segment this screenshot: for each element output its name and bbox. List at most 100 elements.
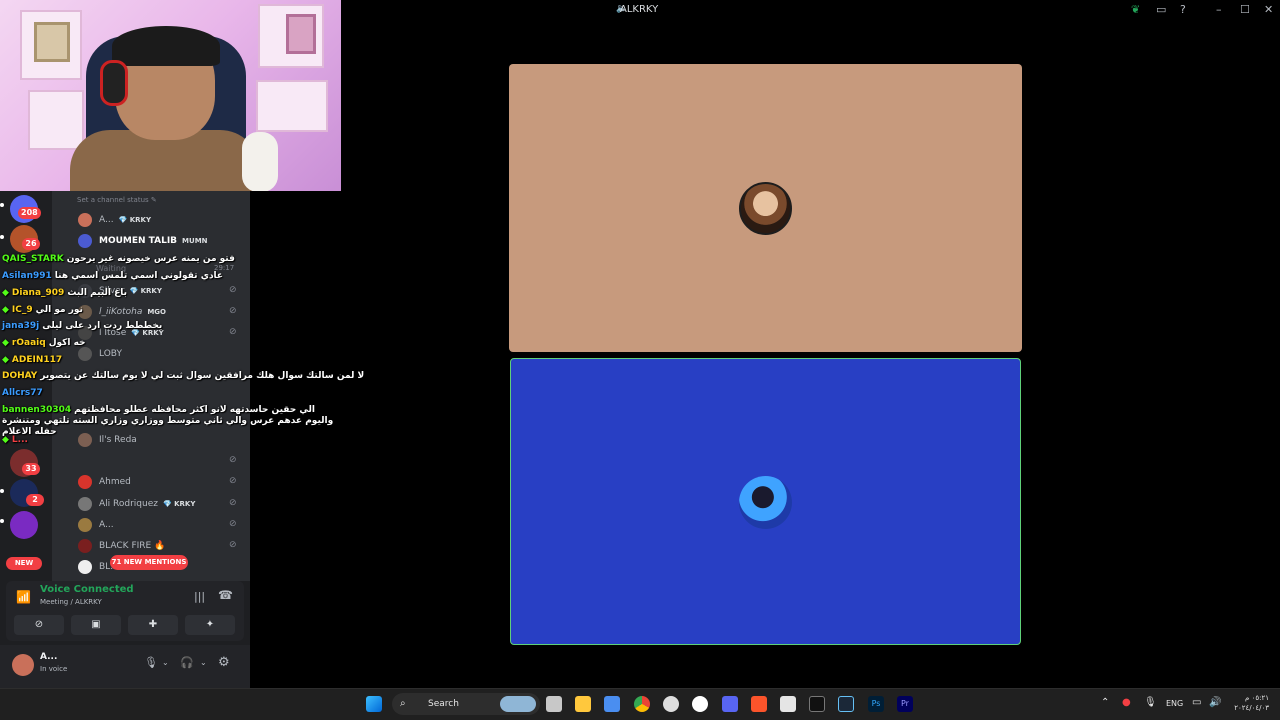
mute-icon: ⊘ (229, 327, 237, 337)
chevron-down-icon[interactable]: ⌄ (162, 658, 169, 667)
discord-icon[interactable] (722, 696, 738, 712)
minimize-icon[interactable]: – (1216, 3, 1222, 16)
search-label: Search (428, 699, 459, 709)
unread-dot (0, 489, 4, 493)
member-name: l_iiKotoha (99, 307, 143, 317)
language-indicator[interactable]: ENG (1166, 699, 1183, 708)
member-tag: 💎 KRKY (162, 500, 196, 508)
voice-location[interactable]: Meeting / ALKRKY (40, 598, 102, 606)
unread-dot (0, 203, 4, 207)
store-icon[interactable] (604, 696, 620, 712)
capcut-icon[interactable] (809, 696, 825, 712)
channel-status-prompt[interactable]: Set a channel status ✎ (77, 196, 157, 204)
voice-status[interactable]: Voice Connected (40, 584, 134, 595)
voice-member[interactable]: Ali Rodriquez 💎 KRKY (78, 494, 195, 514)
member-name: LOBY (99, 349, 122, 359)
voice-member[interactable]: BLACK FIRE 🔥 (78, 536, 170, 556)
award-plaque (34, 22, 70, 62)
chat-message: ◆ Diana_909 باع البيم البث (2, 288, 127, 298)
chat-text: فتو من يمنه عرس خيصونه غير يرحون (66, 254, 235, 264)
wall-shelf (256, 80, 328, 132)
voice-member[interactable]: Ahmed (78, 472, 136, 492)
windows-start-icon[interactable] (366, 696, 382, 712)
chat-message: jana39j يخططط ردت ارد على ليلى (2, 321, 162, 331)
voice-member[interactable]: l_iiKotoha MGO (78, 302, 166, 322)
chrome-icon[interactable] (634, 696, 650, 712)
voice-member[interactable]: MOUMEN TALIB MUMN (78, 231, 208, 251)
webcam-overlay (0, 0, 341, 191)
voice-member[interactable]: A... (78, 515, 119, 535)
mute-icon: ⊘ (229, 476, 237, 486)
new-mentions-button[interactable]: 71 NEW MENTIONS (110, 555, 188, 570)
soundboard-button[interactable]: ✦ (185, 615, 235, 635)
chat-text: لا لمن سالتك سوال هلك مرافقين سوال ثبت ل… (40, 371, 365, 381)
chevron-up-icon[interactable]: ⌃ (1101, 697, 1109, 708)
notes-icon[interactable] (780, 696, 796, 712)
obs-icon[interactable] (663, 696, 679, 712)
premiere-icon[interactable]: Pr (897, 696, 913, 712)
streamer-bandana (112, 26, 220, 66)
headphones-icon[interactable]: 🎧 (180, 656, 194, 669)
microphone (242, 132, 278, 191)
avatar (78, 497, 92, 511)
chat-text: باع البيم البث (67, 288, 128, 298)
chat-message: bannen30304 الي حقين حاسدتهه لانو اكثر مح… (2, 405, 342, 438)
file-explorer-icon[interactable] (575, 696, 591, 712)
activities-icon: ✚ (148, 619, 158, 630)
unread-badge: 208 (18, 207, 41, 219)
chat-username: QAIS_STARK (2, 254, 64, 264)
leaf-icon[interactable]: ❦ (1131, 3, 1140, 16)
voice-member[interactable]: A... 💎 KRKY (78, 210, 151, 230)
chat-message: DOHAY لا لمن سالتك سوال هلك مرافقين سوال … (2, 371, 364, 381)
tray-app-icon[interactable]: ● (1122, 697, 1131, 708)
camera-off-button[interactable]: ⊘ (14, 615, 64, 635)
clock-date: ٢٠٢٤/٠٤/٠٣ (1234, 704, 1269, 712)
inbox-icon[interactable]: ▭ (1156, 3, 1166, 16)
user-name[interactable]: A... (40, 652, 57, 662)
user-avatar[interactable] (12, 654, 34, 676)
noise-suppression-icon[interactable]: ||| (194, 590, 205, 603)
avatar (78, 347, 92, 361)
member-tag: MGO (147, 308, 167, 316)
activities-button[interactable]: ✚ (128, 615, 178, 635)
screen-share-button[interactable]: ▣ (71, 615, 121, 635)
brave-icon[interactable] (751, 696, 767, 712)
settings-app-icon[interactable] (692, 696, 708, 712)
unread-badge: 33 (22, 463, 40, 475)
avatar (78, 560, 92, 574)
chat-text: خه اكول (48, 338, 86, 348)
signal-icon: 📶 (16, 590, 31, 604)
chat-message: Asilan991 عادي تقولوني اسمي تلمس اسمي هنا (2, 271, 223, 281)
microphone-tray-icon[interactable]: 🎙 (1144, 697, 1157, 708)
member-tag: 💎 KRKY (129, 287, 162, 295)
avatar (78, 518, 92, 532)
chat-username: rOaaiq (11, 338, 46, 348)
mute-icon: ⊘ (229, 498, 237, 508)
microphone-icon[interactable]: 🎙 (144, 656, 158, 669)
avatar (78, 475, 92, 489)
new-unreads-pill[interactable]: NEW (6, 557, 42, 570)
close-icon[interactable]: ✕ (1264, 3, 1273, 16)
steam-icon[interactable] (838, 696, 854, 712)
photoshop-icon[interactable]: Ps (868, 696, 884, 712)
task-view-icon[interactable] (546, 696, 562, 712)
help-icon[interactable]: ? (1180, 3, 1186, 16)
participant-avatar (739, 476, 792, 529)
maximize-icon[interactable]: ☐ (1240, 3, 1250, 16)
volume-icon[interactable]: 🔊 (1209, 697, 1221, 708)
clock[interactable]: ٠٥:٢١ م ٢٠٢٤/٠٤/٠٣ (1229, 693, 1269, 713)
server-icon[interactable] (10, 511, 38, 539)
chat-message: Allcrs77 (2, 388, 46, 398)
disconnect-icon[interactable]: ☎ (218, 588, 233, 602)
chevron-down-icon[interactable]: ⌄ (200, 658, 207, 667)
network-icon[interactable]: ▭ (1192, 697, 1201, 708)
chat-text: عادي تقولوني اسمي تلمس اسمي هنا (54, 271, 224, 281)
search-icon: ⌕ (400, 698, 406, 709)
diamond-icon: ◆ (2, 338, 9, 348)
chat-message: QAIS_STARK فتو من يمنه عرس خيصونه غير يرح… (2, 254, 235, 264)
chat-username: IC_9 (11, 305, 33, 315)
avatar (78, 234, 92, 248)
mute-icon: ⊘ (229, 306, 237, 316)
gear-icon[interactable]: ⚙ (218, 655, 230, 670)
chat-username: DOHAY (2, 371, 38, 381)
